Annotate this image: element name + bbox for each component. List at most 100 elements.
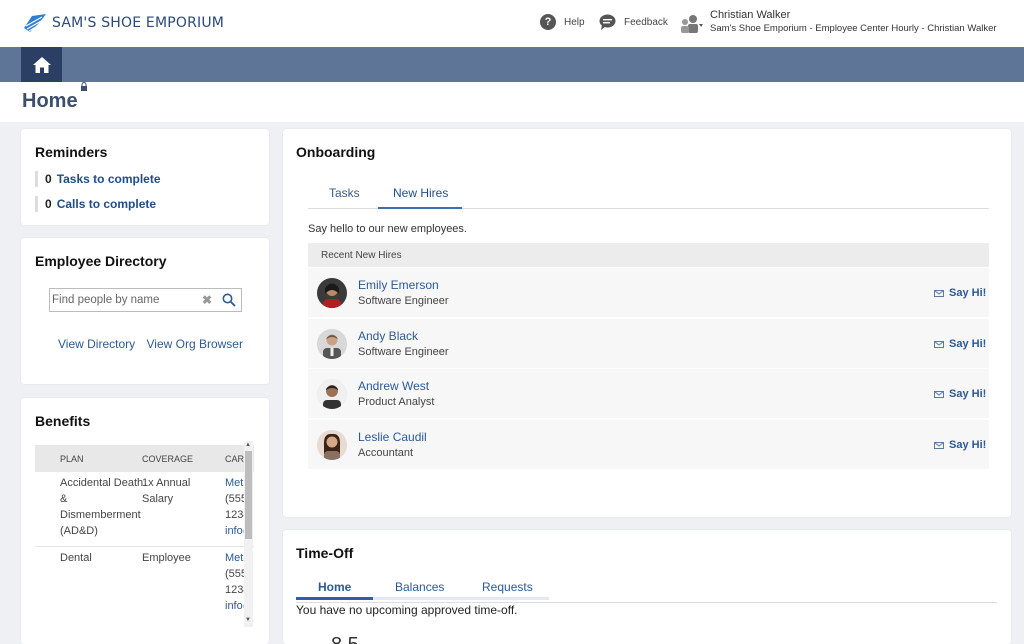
avatar[interactable] <box>317 278 347 308</box>
hire-name-link[interactable]: Leslie Caudil <box>358 430 427 444</box>
column-plan: PLAN <box>60 454 84 464</box>
people-search-input[interactable] <box>52 292 194 308</box>
benefits-table: PLAN COVERAGE CARRIER Accidental Death &… <box>35 445 254 623</box>
coverage-cell: 1x Annual Salary <box>142 477 191 505</box>
top-header: SAM'S SHOE EMPORIUM ? Help Feedback Chri… <box>0 0 1024 47</box>
nav-band <box>0 47 1024 82</box>
hire-role: Software Engineer <box>358 346 449 358</box>
table-row: Accidental Death & Dismemberment (AD&D) … <box>35 475 254 547</box>
page-title: Home <box>22 90 78 112</box>
say-hi-button[interactable]: Say Hi! <box>934 287 986 299</box>
user-menu[interactable]: Christian Walker Sam's Shoe Emporium - E… <box>678 9 997 39</box>
user-name: Christian Walker <box>710 9 791 21</box>
say-hi-label: Say Hi! <box>949 287 987 299</box>
reminder-count: 0 <box>45 197 52 211</box>
directory-title: Employee Directory <box>35 253 167 269</box>
people-search-box: ✖ <box>49 288 242 312</box>
help-link[interactable]: ? Help <box>540 14 585 30</box>
benefits-table-header: PLAN COVERAGE CARRIER <box>35 445 254 472</box>
reminders-card: Reminders 0 Tasks to complete 0 Calls to… <box>21 129 269 225</box>
envelope-icon <box>934 441 944 449</box>
hire-role: Software Engineer <box>358 295 449 307</box>
view-org-browser-link[interactable]: View Org Browser <box>146 337 242 351</box>
recent-new-hires-header: Recent New Hires <box>308 243 989 267</box>
onboarding-title: Onboarding <box>296 144 376 160</box>
say-hi-label: Say Hi! <box>949 439 987 451</box>
reminder-bar <box>35 196 38 212</box>
reminder-bar <box>35 171 38 187</box>
time-off-tabs: Home Balances Requests <box>296 574 549 600</box>
plan-cell: Dental <box>60 552 92 564</box>
directory-links: View Directory View Org Browser <box>58 337 251 351</box>
list-item: Emily Emerson Software Engineer Say Hi! <box>308 268 989 317</box>
view-directory-link[interactable]: View Directory <box>58 337 135 351</box>
reminder-calls[interactable]: 0 Calls to complete <box>35 196 156 212</box>
time-off-card: Time-Off Home Balances Requests You have… <box>283 530 1011 644</box>
avatar[interactable] <box>317 379 347 409</box>
tab-balances[interactable]: Balances <box>395 580 444 594</box>
feedback-link[interactable]: Feedback <box>599 14 668 30</box>
reminders-title: Reminders <box>35 144 108 160</box>
search-icon[interactable] <box>222 293 236 307</box>
scroll-thumb[interactable] <box>245 451 252 539</box>
person-photo-icon <box>317 430 347 460</box>
say-hi-label: Say Hi! <box>949 388 987 400</box>
lock-icon[interactable] <box>80 82 88 91</box>
say-hi-button[interactable]: Say Hi! <box>934 338 986 350</box>
say-hi-label: Say Hi! <box>949 338 987 350</box>
tab-new-hires[interactable]: New Hires <box>393 186 448 200</box>
user-group-icon <box>681 15 703 33</box>
help-label: Help <box>564 16 585 28</box>
say-hi-button[interactable]: Say Hi! <box>934 439 986 451</box>
table-row: Dental Employee MetLife (555) 1234 info@ <box>35 548 254 623</box>
tab-home[interactable]: Home <box>318 580 351 594</box>
person-photo-icon <box>317 278 347 308</box>
reminder-count: 0 <box>45 172 52 186</box>
list-item: Andrew West Product Analyst Say Hi! <box>308 369 989 418</box>
reminder-tasks[interactable]: 0 Tasks to complete <box>35 171 161 187</box>
reminder-label: Tasks to complete <box>56 172 161 186</box>
avatar[interactable] <box>317 329 347 359</box>
scroll-down-arrow-icon[interactable]: ▼ <box>245 617 251 623</box>
envelope-icon <box>934 289 944 297</box>
active-tab-indicator <box>378 207 462 209</box>
chat-bubble-icon <box>599 14 616 30</box>
coverage-cell: Employee <box>142 552 191 564</box>
feedback-label: Feedback <box>624 16 668 28</box>
hire-role: Product Analyst <box>358 396 435 408</box>
column-coverage: COVERAGE <box>142 454 194 464</box>
tab-tasks[interactable]: Tasks <box>329 186 360 200</box>
benefits-card: Benefits PLAN COVERAGE CARRIER Accidenta… <box>21 398 269 644</box>
hire-name-link[interactable]: Andy Black <box>358 329 418 343</box>
hire-name-link[interactable]: Andrew West <box>358 379 429 393</box>
shoe-logo-icon <box>24 14 46 32</box>
employee-directory-card: Employee Directory ✖ View Directory View… <box>21 238 269 384</box>
envelope-icon <box>934 340 944 348</box>
company-logo[interactable]: SAM'S SHOE EMPORIUM <box>22 12 224 34</box>
say-hi-button[interactable]: Say Hi! <box>934 388 986 400</box>
user-subtitle: Sam's Shoe Emporium - Employee Center Ho… <box>710 23 997 34</box>
scroll-up-arrow-icon[interactable]: ▲ <box>245 442 251 448</box>
hire-role: Accountant <box>358 447 414 459</box>
benefits-title: Benefits <box>35 413 91 429</box>
person-photo-icon <box>317 329 347 359</box>
tab-requests[interactable]: Requests <box>482 580 533 594</box>
envelope-icon <box>934 390 944 398</box>
home-button[interactable] <box>21 47 62 82</box>
onboarding-hello-text: Say hello to our new employees. <box>308 223 467 235</box>
time-off-message: You have no upcoming approved time-off. <box>296 603 518 617</box>
time-off-title: Time-Off <box>296 545 354 561</box>
person-photo-icon <box>317 379 347 409</box>
title-band: Home <box>0 82 1024 122</box>
home-icon <box>32 56 51 73</box>
hire-name-link[interactable]: Emily Emerson <box>358 278 439 292</box>
onboarding-card: Onboarding Tasks New Hires Say hello to … <box>283 129 1011 517</box>
benefits-scrollbar[interactable]: ▲ ▼ <box>244 441 253 627</box>
time-off-balance-number: 8.5 <box>331 634 359 644</box>
list-item: Leslie Caudil Accountant Say Hi! <box>308 420 989 469</box>
plan-cell: Accidental Death & Dismemberment (AD&D) <box>60 477 144 537</box>
avatar[interactable] <box>317 430 347 460</box>
clear-icon[interactable]: ✖ <box>202 293 212 307</box>
active-tab-indicator <box>296 597 373 600</box>
reminder-label: Calls to complete <box>56 197 157 211</box>
